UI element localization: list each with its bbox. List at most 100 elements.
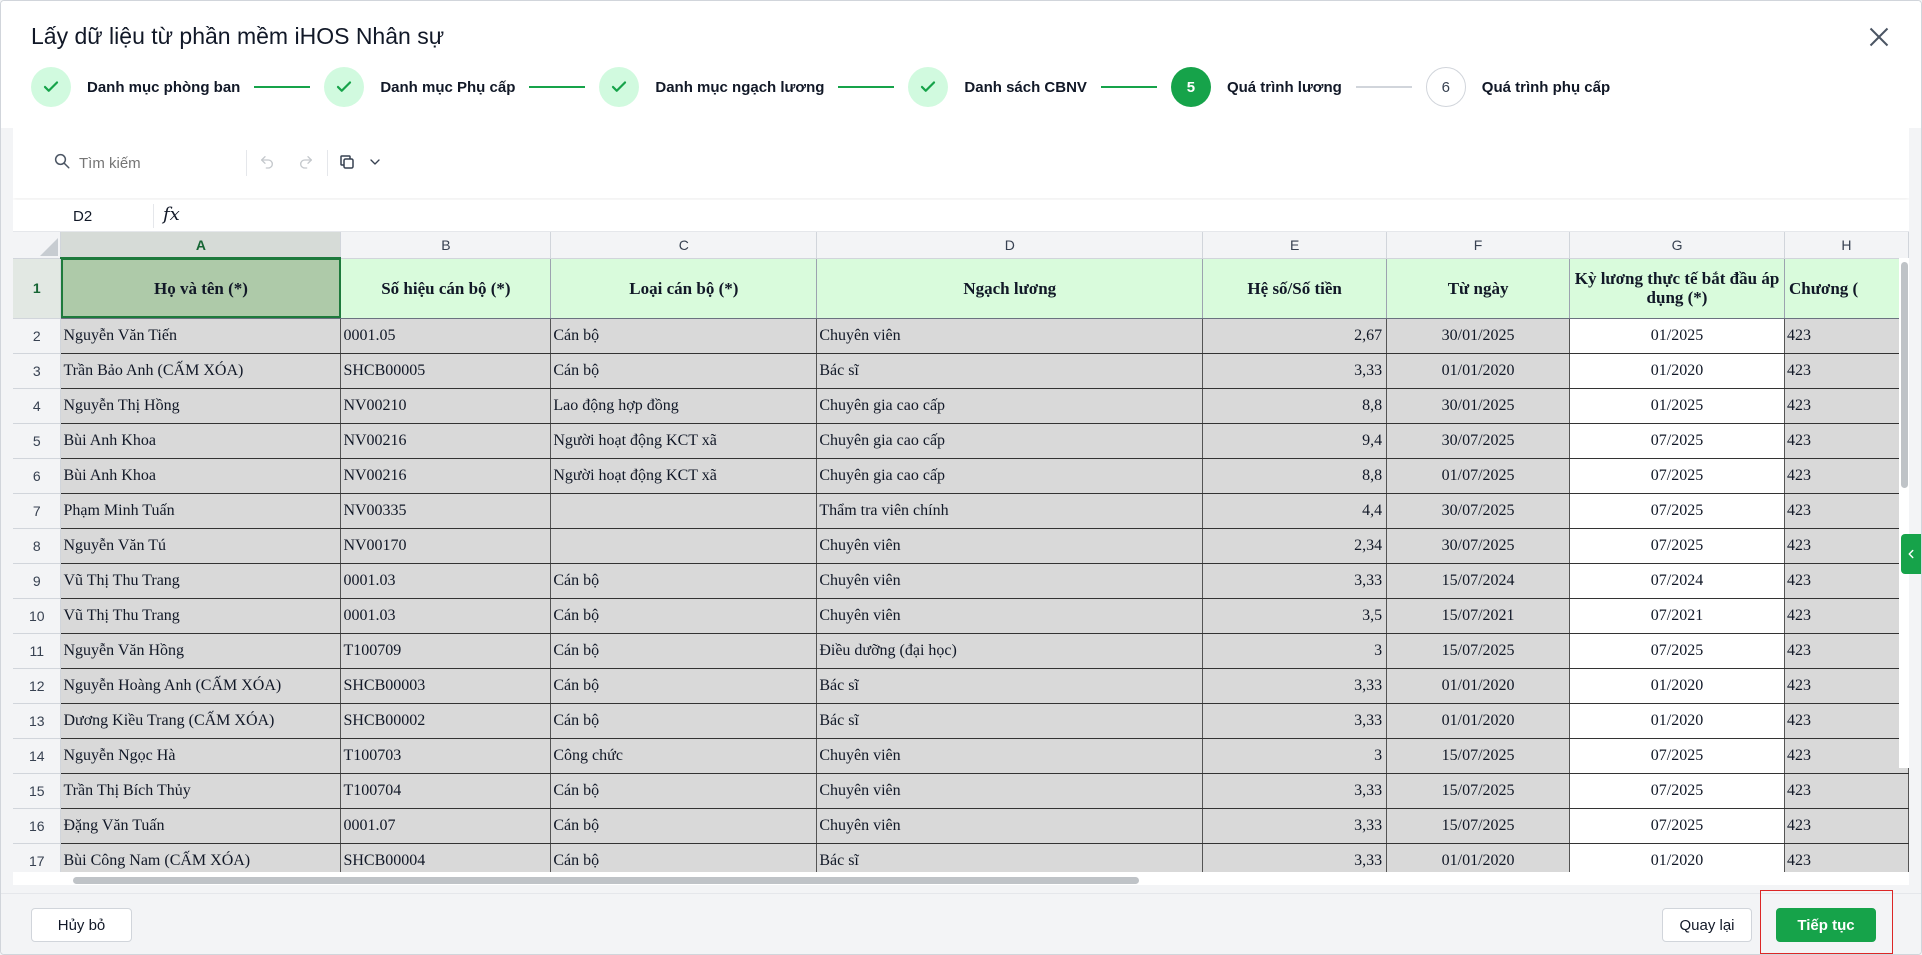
table-cell[interactable]: 07/2025 (1569, 633, 1785, 669)
table-cell[interactable] (550, 493, 818, 529)
table-cell[interactable]: Điều dưỡng (đại học) (816, 633, 1204, 669)
table-cell[interactable]: 0001.03 (340, 598, 552, 634)
table-cell[interactable]: Hệ số/Số tiền (1202, 258, 1388, 319)
table-cell[interactable]: 8,8 (1202, 388, 1388, 424)
table-cell[interactable]: Cán bộ (550, 808, 818, 844)
table-cell[interactable]: Người hoạt động KCT xã (550, 458, 818, 494)
table-cell[interactable]: Bác sĩ (816, 353, 1204, 389)
table-cell[interactable]: Bác sĩ (816, 843, 1204, 872)
table-cell[interactable]: Cán bộ (550, 598, 818, 634)
table-cell[interactable]: 3,33 (1202, 808, 1388, 844)
cancel-button[interactable]: Hủy bỏ (31, 908, 132, 942)
table-cell[interactable]: Lao động hợp đồng (550, 388, 818, 424)
table-cell[interactable]: 3,33 (1202, 668, 1388, 704)
table-cell[interactable]: NV00210 (340, 388, 552, 424)
row-number[interactable]: 14 (13, 738, 62, 774)
table-cell[interactable]: 0001.03 (340, 563, 552, 599)
row-number[interactable]: 11 (13, 633, 62, 669)
table-cell[interactable]: Chuyên viên (816, 773, 1204, 809)
table-cell[interactable]: Cán bộ (550, 318, 818, 354)
table-cell[interactable]: Cán bộ (550, 843, 818, 872)
column-header-f[interactable]: F (1386, 232, 1571, 259)
table-cell[interactable]: Chuyên gia cao cấp (816, 388, 1204, 424)
table-cell[interactable]: 423 (1784, 633, 1909, 669)
table-cell[interactable]: Cán bộ (550, 668, 818, 704)
row-number[interactable]: 8 (13, 528, 62, 564)
table-cell[interactable]: Họ và tên (*) (60, 258, 342, 319)
table-cell[interactable]: 30/07/2025 (1386, 528, 1571, 564)
table-cell[interactable]: Nguyễn Văn Tú (60, 528, 342, 564)
row-number[interactable]: 12 (13, 668, 62, 704)
row-number[interactable]: 16 (13, 808, 62, 844)
table-cell[interactable]: 423 (1784, 493, 1909, 529)
horizontal-scroll-thumb[interactable] (73, 877, 1139, 884)
table-cell[interactable]: Trần Bảo Anh (CẤM XÓA) (60, 353, 342, 389)
table-cell[interactable]: Cán bộ (550, 563, 818, 599)
table-cell[interactable]: 30/07/2025 (1386, 493, 1571, 529)
table-cell[interactable]: 0001.07 (340, 808, 552, 844)
table-cell[interactable]: Từ ngày (1386, 258, 1571, 319)
table-cell[interactable]: Nguyễn Thị Hồng (60, 388, 342, 424)
column-header-c[interactable]: C (550, 232, 818, 259)
table-cell[interactable]: T100703 (340, 738, 552, 774)
table-cell[interactable]: Nguyễn Văn Tiến (60, 318, 342, 354)
table-cell[interactable]: 3,33 (1202, 563, 1388, 599)
table-cell[interactable]: Chuyên viên (816, 808, 1204, 844)
table-cell[interactable]: Phạm Minh Tuấn (60, 493, 342, 529)
table-cell[interactable]: 30/01/2025 (1386, 318, 1571, 354)
table-cell[interactable]: Bùi Anh Khoa (60, 458, 342, 494)
table-cell[interactable]: 15/07/2025 (1386, 633, 1571, 669)
vertical-scrollbar[interactable] (1899, 258, 1909, 768)
table-cell[interactable]: 01/07/2025 (1386, 458, 1571, 494)
side-panel-toggle[interactable] (1901, 534, 1921, 574)
table-cell[interactable]: 423 (1784, 563, 1909, 599)
table-cell[interactable]: 30/07/2025 (1386, 423, 1571, 459)
copy-icon[interactable] (337, 152, 357, 172)
table-cell[interactable]: Chuyên viên (816, 563, 1204, 599)
row-number[interactable]: 5 (13, 423, 62, 459)
table-cell[interactable]: 07/2025 (1569, 423, 1785, 459)
row-number[interactable]: 10 (13, 598, 62, 634)
table-cell[interactable]: Chương ( (1784, 258, 1909, 319)
table-cell[interactable]: NV00216 (340, 423, 552, 459)
row-number[interactable]: 13 (13, 703, 62, 739)
table-cell[interactable]: 3,33 (1202, 843, 1388, 872)
redo-icon[interactable] (296, 152, 316, 172)
table-cell[interactable]: 01/01/2020 (1386, 353, 1571, 389)
table-cell[interactable]: 423 (1784, 808, 1909, 844)
table-cell[interactable]: SHCB00004 (340, 843, 552, 872)
table-cell[interactable]: Chuyên viên (816, 318, 1204, 354)
table-cell[interactable]: 3 (1202, 738, 1388, 774)
table-cell[interactable]: 07/2024 (1569, 563, 1785, 599)
table-cell[interactable]: 01/01/2020 (1386, 668, 1571, 704)
table-cell[interactable]: SHCB00002 (340, 703, 552, 739)
table-cell[interactable]: 423 (1784, 353, 1909, 389)
table-cell[interactable]: Bác sĩ (816, 668, 1204, 704)
table-cell[interactable]: Dương Kiều Trang (CẤM XÓA) (60, 703, 342, 739)
table-cell[interactable]: Công chức (550, 738, 818, 774)
table-cell[interactable]: Thẩm tra viên chính (816, 493, 1204, 529)
table-cell[interactable]: 01/2020 (1569, 843, 1785, 872)
table-cell[interactable]: Nguyễn Ngọc Hà (60, 738, 342, 774)
table-cell[interactable]: 3,5 (1202, 598, 1388, 634)
table-cell[interactable]: 3,33 (1202, 773, 1388, 809)
table-cell[interactable]: 423 (1784, 528, 1909, 564)
table-cell[interactable]: 423 (1784, 318, 1909, 354)
table-cell[interactable]: Bùi Anh Khoa (60, 423, 342, 459)
table-cell[interactable]: 07/2025 (1569, 808, 1785, 844)
table-cell[interactable]: 07/2025 (1569, 493, 1785, 529)
table-cell[interactable]: NV00216 (340, 458, 552, 494)
row-number[interactable]: 4 (13, 388, 62, 424)
row-number[interactable]: 7 (13, 493, 62, 529)
table-cell[interactable]: Cán bộ (550, 703, 818, 739)
table-cell[interactable]: 2,34 (1202, 528, 1388, 564)
table-cell[interactable]: Ngạch lương (816, 258, 1204, 319)
table-cell[interactable]: Nguyễn Văn Hồng (60, 633, 342, 669)
column-header-b[interactable]: B (340, 232, 552, 259)
table-cell[interactable]: 01/01/2020 (1386, 843, 1571, 872)
column-header-g[interactable]: G (1569, 232, 1785, 259)
back-button[interactable]: Quay lại (1662, 908, 1752, 942)
horizontal-scrollbar[interactable] (61, 875, 1901, 885)
table-cell[interactable]: Vũ Thị Thu Trang (60, 563, 342, 599)
table-cell[interactable]: Chuyên gia cao cấp (816, 423, 1204, 459)
